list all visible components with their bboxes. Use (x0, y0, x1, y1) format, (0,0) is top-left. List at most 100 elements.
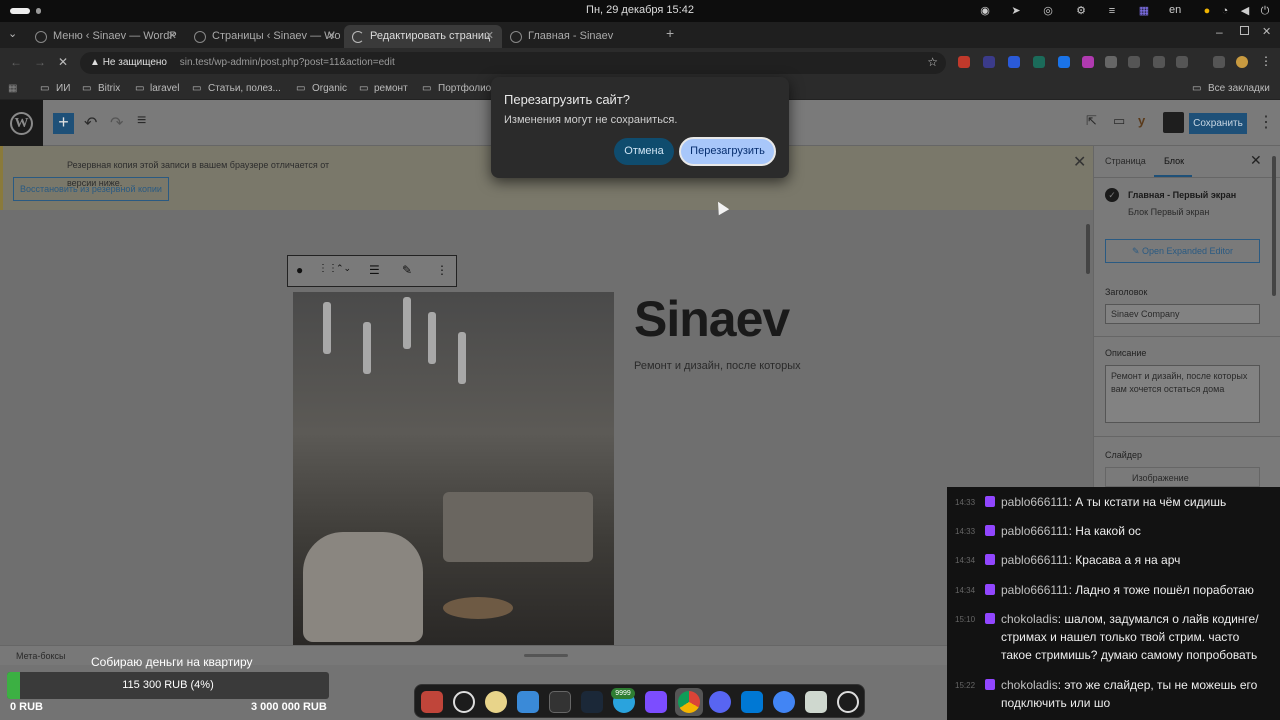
url-text[interactable]: sin.test/wp-admin/post.php?post=11&actio… (180, 57, 395, 68)
discord-icon[interactable] (709, 691, 731, 713)
extension-icon[interactable] (1082, 56, 1094, 68)
store-icon[interactable] (517, 691, 539, 713)
extension-icon[interactable] (983, 56, 995, 68)
extension-icon[interactable] (1128, 56, 1140, 68)
view-page-icon[interactable]: ⇱ (1086, 113, 1097, 129)
extension-icon[interactable] (1058, 56, 1070, 68)
bookmark-star-icon[interactable]: ☆ (927, 55, 938, 69)
security-status[interactable]: Не защищено (103, 57, 167, 68)
bookmark-folder[interactable]: ремонт (374, 83, 408, 94)
yoast-icon[interactable]: y (1138, 113, 1145, 128)
reload-button[interactable]: Перезагрузить (679, 137, 776, 166)
tab-close-icon[interactable]: ✕ (327, 29, 336, 42)
hero-heading[interactable]: Sinaev (634, 290, 790, 348)
restore-backup-button[interactable]: Восстановить из резервной копии (13, 177, 169, 201)
steam-icon[interactable] (581, 691, 603, 713)
browser-tab-active[interactable]: Редактировать страниц ✕ (344, 25, 502, 48)
meta-boxes-label[interactable]: Мета-боксы (16, 651, 66, 661)
obsidian-icon[interactable] (645, 691, 667, 713)
new-tab-icon[interactable]: + (666, 25, 674, 41)
heading-field[interactable]: Sinaev Company (1105, 304, 1260, 324)
open-expanded-editor-button[interactable]: ✎ Open Expanded Editor (1105, 239, 1260, 263)
sidebar-scrollbar[interactable] (1272, 156, 1276, 296)
chromium-icon[interactable] (773, 691, 795, 713)
adblock-extension-icon[interactable] (958, 56, 970, 68)
power-icon[interactable]: ⏻ (1258, 4, 1272, 18)
browser-tab[interactable]: Главная - Sinaev (502, 25, 660, 48)
close-notice-icon[interactable]: ✕ (1073, 152, 1086, 172)
preview-device-icon[interactable]: ▭ (1113, 113, 1125, 129)
vscode-icon[interactable] (741, 691, 763, 713)
telegram-tray-icon[interactable]: ➤ (1009, 4, 1023, 18)
terminal-icon[interactable] (549, 691, 571, 713)
save-button[interactable]: Сохранить (1189, 113, 1247, 134)
tab-search-icon[interactable]: ⌄ (8, 27, 17, 40)
close-sidebar-icon[interactable]: ✕ (1250, 152, 1262, 169)
bookmark-folder[interactable]: laravel (150, 83, 179, 94)
media-icon[interactable] (485, 691, 507, 713)
microphone-icon[interactable]: ● (1200, 4, 1214, 18)
redo-icon[interactable]: ↷ (110, 113, 123, 133)
browser-menu-icon[interactable]: ⋮ (1260, 54, 1272, 68)
minimize-icon[interactable]: – (1216, 25, 1223, 39)
bookmark-folder[interactable]: Bitrix (98, 83, 120, 94)
maximize-icon[interactable] (1240, 26, 1249, 35)
all-bookmarks[interactable]: Все закладки (1208, 83, 1270, 94)
files-icon[interactable] (421, 691, 443, 713)
browser-tab[interactable]: Страницы ‹ Sinaev — Wo ✕ (186, 25, 344, 48)
options-menu-icon[interactable]: ⋮ (1258, 112, 1274, 132)
tab-close-icon[interactable]: ✕ (485, 29, 494, 42)
mixer-tray-icon[interactable]: ≡ (1105, 4, 1119, 18)
steam-tray-icon[interactable]: ⚙ (1074, 4, 1088, 18)
close-window-icon[interactable]: ✕ (1262, 25, 1271, 38)
settings-sidebar-toggle[interactable] (1163, 112, 1184, 133)
shield-extension-icon[interactable] (1105, 56, 1117, 68)
workspace-indicator-active[interactable] (10, 8, 30, 14)
block-options-icon[interactable]: ⋮ (436, 263, 448, 277)
system-clock[interactable]: Пн, 29 декабря 15:42 (560, 4, 720, 16)
bookmark-folder[interactable]: Статьи, полез... (208, 83, 281, 94)
extension-icon[interactable] (1008, 56, 1020, 68)
app-tray-icon[interactable]: ▦ (1137, 4, 1151, 18)
hero-image[interactable] (293, 292, 614, 645)
tab-close-icon[interactable]: ✕ (168, 29, 177, 42)
canvas-scrollbar[interactable] (1086, 224, 1090, 274)
wordpress-logo-icon[interactable]: W (0, 100, 43, 146)
browser-tab[interactable]: Меню ‹ Sinaev — WordP ✕ (27, 25, 185, 48)
volume-icon[interactable]: ◀ (1238, 4, 1252, 18)
pen-extension-icon[interactable] (1153, 56, 1165, 68)
tab-page[interactable]: Страница (1105, 156, 1146, 166)
tab-layout-icon[interactable] (1213, 56, 1225, 68)
resize-handle[interactable] (524, 654, 568, 657)
profile-avatar[interactable] (1236, 56, 1248, 68)
edit-pencil-icon[interactable]: ✎ (402, 263, 412, 277)
stop-loading-icon[interactable]: ✕ (58, 55, 68, 69)
bookmark-folder[interactable]: Портфолио (438, 83, 491, 94)
keyboard-layout[interactable]: en (1169, 4, 1181, 16)
apps-grid-icon[interactable] (837, 691, 859, 713)
drag-handle-icon[interactable]: ⋮⋮ (318, 263, 338, 274)
warning-icon[interactable]: ▲ (90, 57, 100, 68)
block-type-check-icon[interactable]: ● (296, 263, 303, 277)
network-icon[interactable]: ◔ (1218, 4, 1232, 18)
discord-tray-icon[interactable]: ◎ (1041, 4, 1055, 18)
workspace-indicator[interactable] (36, 8, 41, 14)
extension-icon[interactable] (1033, 56, 1045, 68)
browser-alt-icon[interactable] (453, 691, 475, 713)
description-field[interactable]: Ремонт и дизайн, после которых вам хочет… (1105, 365, 1260, 423)
tab-block[interactable]: Блок (1164, 156, 1184, 166)
hero-subheading[interactable]: Ремонт и дизайн, после которых (634, 360, 801, 372)
chrome-icon[interactable] (675, 688, 703, 716)
back-icon[interactable]: ← (10, 55, 22, 69)
extensions-puzzle-icon[interactable] (1176, 56, 1188, 68)
undo-icon[interactable]: ↶ (84, 113, 97, 133)
trash-icon[interactable] (805, 691, 827, 713)
forward-icon[interactable]: → (34, 55, 46, 69)
bookmark-folder[interactable]: Organic (312, 83, 347, 94)
cancel-button[interactable]: Отмена (614, 138, 674, 165)
chrome-tray-icon[interactable]: ◉ (978, 4, 992, 18)
align-icon[interactable]: ☰ (369, 263, 380, 277)
apps-grid-icon[interactable]: ▦ (8, 83, 17, 94)
address-bar[interactable]: ▲ Не защищено sin.test/wp-admin/post.php… (80, 52, 946, 74)
add-block-button[interactable]: + (53, 113, 74, 134)
